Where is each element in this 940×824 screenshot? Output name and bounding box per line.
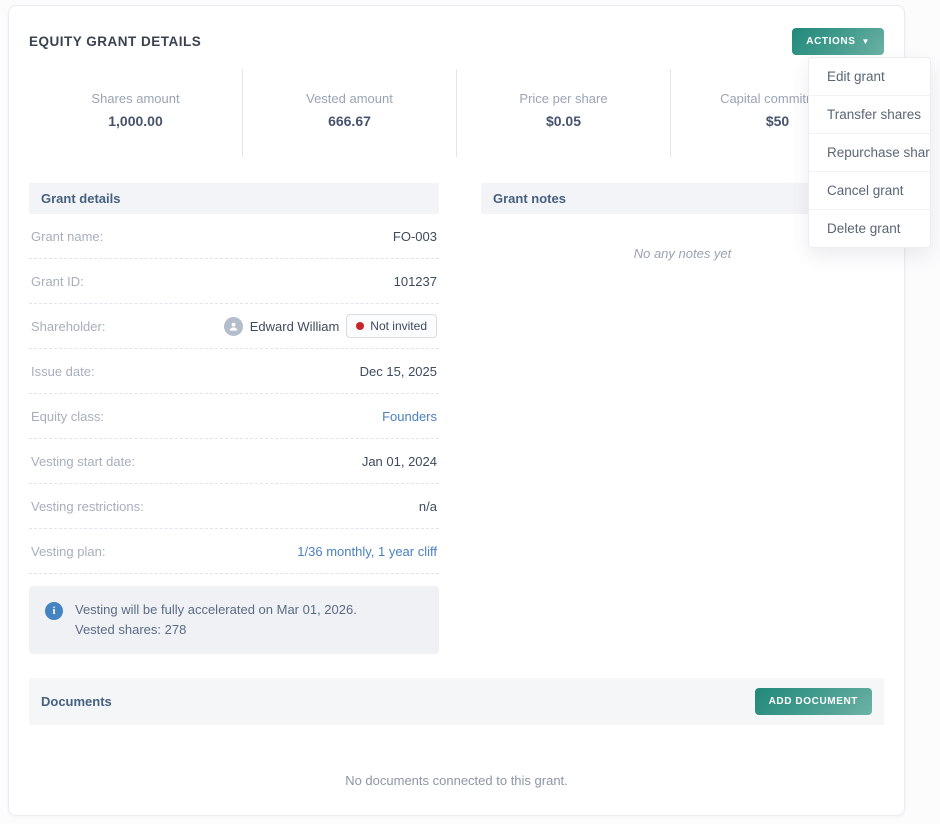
actions-button-label: ACTIONS bbox=[806, 36, 856, 47]
stat-vested-amount: Vested amount 666.67 bbox=[242, 69, 456, 157]
menu-item-cancel-grant[interactable]: Cancel grant bbox=[809, 172, 930, 210]
vesting-info-line2: Vested shares: 278 bbox=[75, 622, 187, 638]
equity-class-link[interactable]: Founders bbox=[382, 409, 437, 424]
row-value: Jan 01, 2024 bbox=[361, 453, 437, 469]
stat-price-per-share: Price per share $0.05 bbox=[456, 69, 670, 157]
stat-label: Vested amount bbox=[306, 91, 393, 106]
row-value: Dec 15, 2025 bbox=[359, 363, 437, 379]
menu-item-edit-grant[interactable]: Edit grant bbox=[809, 58, 930, 96]
notes-empty-text: No any notes yet bbox=[633, 246, 732, 261]
stats-strip: Shares amount 1,000.00 Vested amount 666… bbox=[29, 69, 884, 157]
add-document-label: ADD DOCUMENT bbox=[768, 696, 858, 708]
row-vesting-start-date: Vesting start date: Jan 01, 2024 bbox=[29, 439, 439, 484]
stat-value: 666.67 bbox=[328, 113, 371, 129]
vesting-plan-link[interactable]: 1/36 monthly, 1 year cliff bbox=[297, 544, 437, 559]
shareholder-name[interactable]: Edward William bbox=[250, 319, 340, 334]
page-title: EQUITY GRANT DETAILS bbox=[29, 34, 202, 49]
documents-empty-text: No documents connected to this grant. bbox=[345, 773, 568, 789]
vesting-info-box: i Vesting will be fully accelerated on M… bbox=[29, 586, 439, 655]
equity-grant-details-card: EQUITY GRANT DETAILS ACTIONS ▼ Shares am… bbox=[8, 5, 905, 816]
vesting-info-text: Vesting will be fully accelerated on Mar… bbox=[75, 600, 357, 640]
menu-item-delete-grant[interactable]: Delete grant bbox=[809, 210, 930, 247]
person-icon bbox=[229, 322, 237, 331]
row-issue-date: Issue date: Dec 15, 2025 bbox=[29, 349, 439, 394]
grant-details-header: Grant details bbox=[29, 183, 439, 214]
row-label: Grant name: bbox=[31, 228, 104, 244]
shareholder-avatar bbox=[223, 316, 243, 336]
row-value: FO-003 bbox=[392, 228, 437, 244]
status-dot-icon bbox=[356, 322, 365, 330]
row-equity-class: Equity class: Founders bbox=[29, 394, 439, 439]
row-vesting-restrictions: Vesting restrictions: n/a bbox=[29, 484, 439, 529]
row-grant-name: Grant name: FO-003 bbox=[29, 214, 439, 259]
invite-status-badge[interactable]: Not invited bbox=[346, 314, 437, 338]
row-shareholder: Shareholder: Edward William Not invited bbox=[29, 304, 439, 349]
invite-status-label: Not invited bbox=[370, 319, 427, 333]
row-grant-id: Grant ID: 101237 bbox=[29, 259, 439, 304]
stat-value: 1,000.00 bbox=[108, 113, 163, 129]
documents-header: Documents bbox=[41, 694, 112, 710]
actions-dropdown-menu: Edit grant Transfer shares Repurchase sh… bbox=[808, 57, 931, 248]
row-label: Vesting restrictions: bbox=[31, 498, 144, 514]
chevron-down-icon: ▼ bbox=[861, 36, 870, 46]
menu-item-transfer-shares[interactable]: Transfer shares bbox=[809, 96, 930, 134]
stat-label: Price per share bbox=[519, 91, 608, 106]
row-value: n/a bbox=[418, 498, 437, 514]
shareholder-value: Edward William Not invited bbox=[223, 314, 437, 338]
card-header: EQUITY GRANT DETAILS ACTIONS ▼ bbox=[29, 28, 884, 55]
row-label: Issue date: bbox=[31, 363, 95, 379]
stat-label: Shares amount bbox=[91, 91, 180, 106]
row-label: Shareholder: bbox=[31, 318, 106, 334]
menu-item-repurchase-shares[interactable]: Repurchase shares bbox=[809, 134, 930, 172]
stat-value: $0.05 bbox=[545, 113, 582, 129]
stat-shares-amount: Shares amount 1,000.00 bbox=[29, 69, 242, 157]
add-document-button[interactable]: ADD DOCUMENT bbox=[754, 688, 872, 716]
row-label: Vesting start date: bbox=[31, 453, 136, 469]
row-value: 101237 bbox=[393, 273, 437, 289]
row-vesting-plan: Vesting plan: 1/36 monthly, 1 year cliff bbox=[29, 529, 439, 574]
row-label: Equity class: bbox=[31, 408, 104, 424]
grant-details-panel: Grant details Grant name: FO-003 Grant I… bbox=[29, 183, 439, 655]
vesting-info-line1: Vesting will be fully accelerated on Mar… bbox=[75, 602, 357, 617]
actions-button[interactable]: ACTIONS ▼ bbox=[792, 28, 884, 55]
main-content: Grant details Grant name: FO-003 Grant I… bbox=[29, 183, 884, 655]
row-label: Vesting plan: bbox=[31, 543, 106, 559]
documents-bar: Documents ADD DOCUMENT bbox=[29, 678, 884, 726]
row-label: Grant ID: bbox=[31, 273, 84, 289]
info-icon: i bbox=[45, 602, 63, 620]
